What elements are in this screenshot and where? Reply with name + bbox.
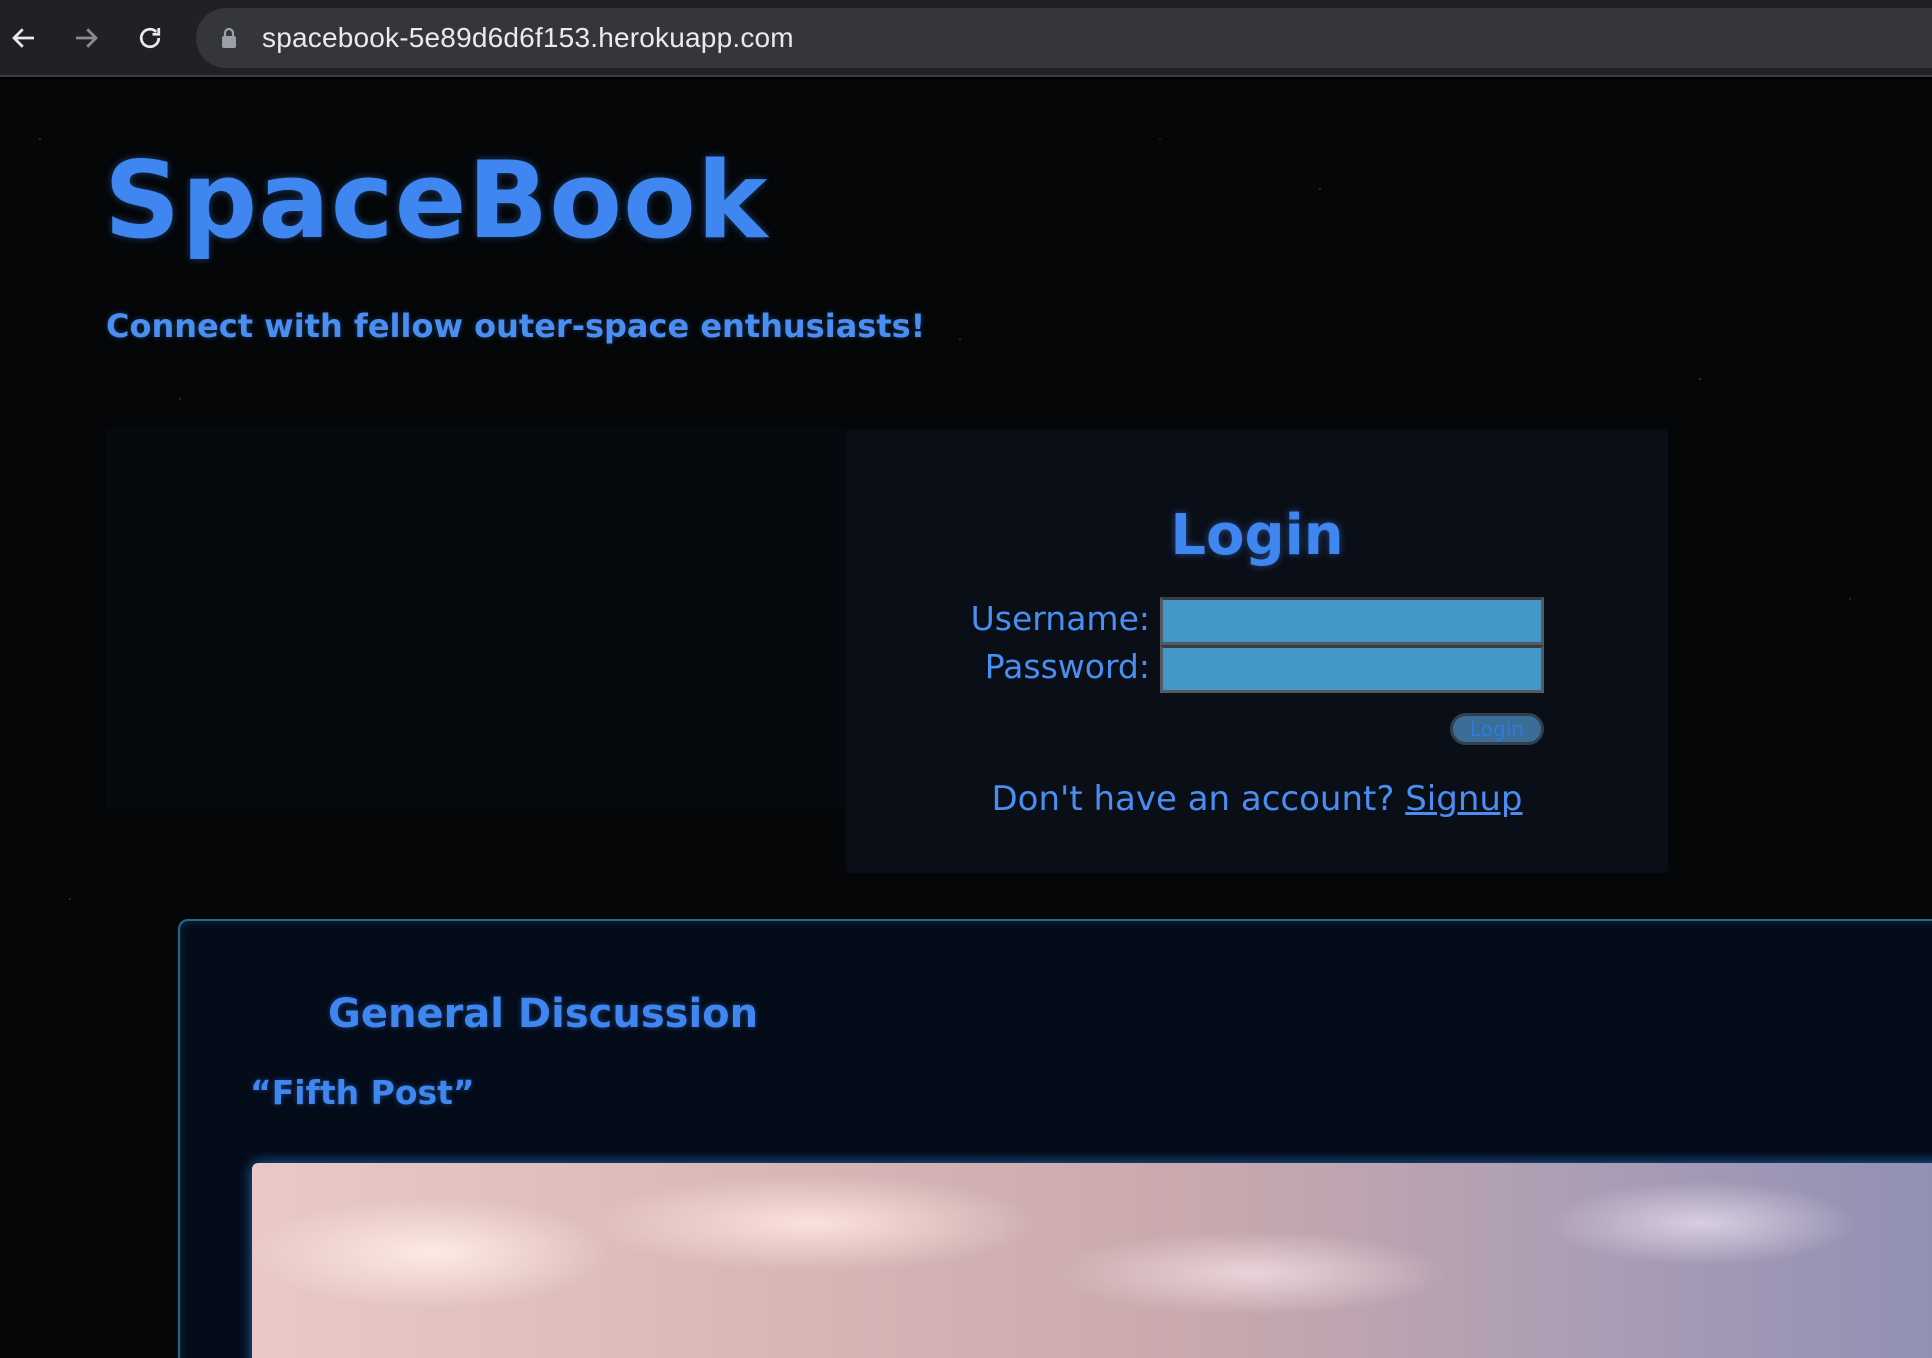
browser-toolbar: spacebook-5e89d6d6f153.herokuapp.com: [0, 0, 1932, 77]
post-image[interactable]: [252, 1163, 1932, 1358]
password-field[interactable]: [1160, 645, 1544, 693]
forward-arrow-icon[interactable]: [62, 14, 110, 62]
signup-prompt: Don't have an account? Signup: [846, 779, 1668, 819]
page-content: SpaceBook Connect with fellow outer-spac…: [0, 79, 1932, 1358]
login-heading: Login: [1170, 503, 1344, 568]
back-arrow-icon[interactable]: [0, 14, 48, 62]
post-title[interactable]: “Fifth Post”: [250, 1073, 475, 1112]
signup-link[interactable]: Signup: [1405, 779, 1522, 819]
address-bar[interactable]: spacebook-5e89d6d6f153.herokuapp.com: [196, 8, 1932, 68]
discussion-heading: General Discussion: [328, 991, 759, 1037]
login-button[interactable]: Login: [1450, 713, 1544, 745]
username-field[interactable]: [1160, 597, 1544, 645]
login-panel: Login Username: Password: Login Don't ha…: [846, 429, 1668, 873]
reload-icon[interactable]: [126, 14, 174, 62]
url-text: spacebook-5e89d6d6f153.herokuapp.com: [262, 22, 794, 53]
username-label: Username:: [970, 599, 1150, 638]
site-title: SpaceBook: [104, 139, 769, 262]
left-panel: [106, 429, 846, 809]
lock-icon: [222, 27, 236, 48]
site-tagline: Connect with fellow outer-space enthusia…: [106, 307, 926, 345]
discussion-panel: General Discussion “Fifth Post”: [178, 919, 1932, 1358]
signup-prompt-text: Don't have an account?: [991, 779, 1395, 819]
password-label: Password:: [984, 647, 1150, 686]
